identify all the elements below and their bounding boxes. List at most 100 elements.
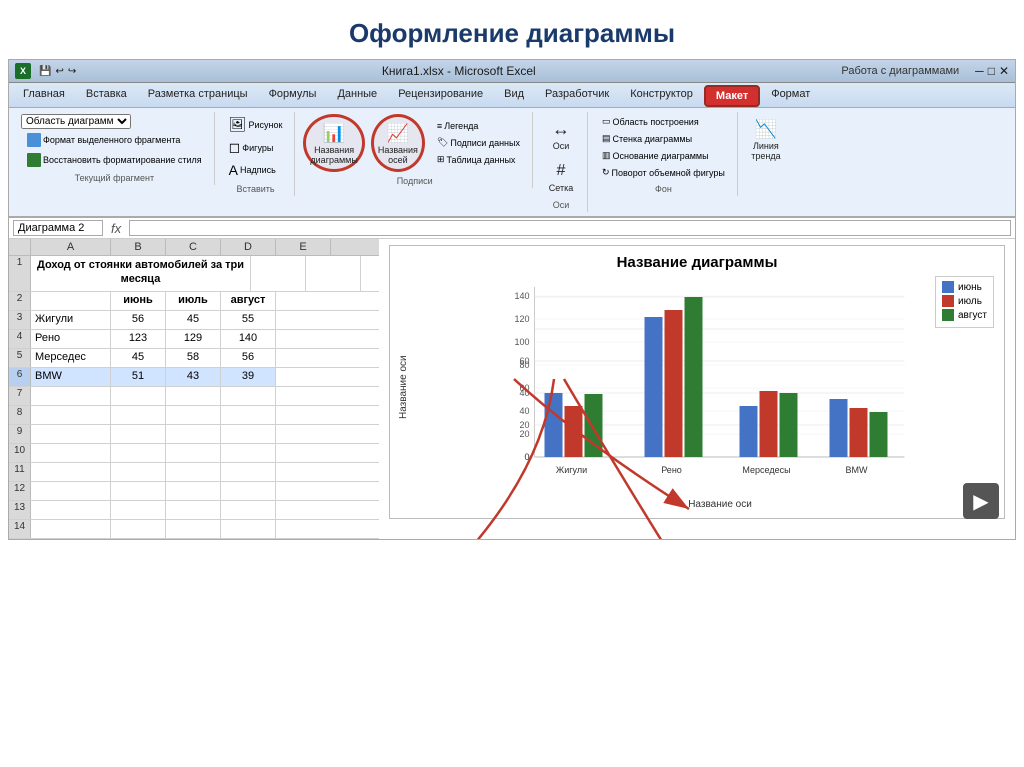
plot-area-button[interactable]: ▭ Область построения — [596, 114, 731, 129]
col-header-A[interactable]: A — [31, 239, 111, 255]
cell-4B[interactable]: 123 — [111, 330, 166, 348]
row-num-14: 14 — [9, 520, 31, 538]
cell-5C[interactable]: 58 — [166, 349, 221, 367]
col-header-E[interactable]: E — [276, 239, 331, 255]
excel-window: X 💾 ↩ ↪ Книга1.xlsx - Microsoft Excel Ра… — [8, 59, 1016, 540]
row-num-10: 10 — [9, 444, 31, 462]
col-header-C[interactable]: C — [166, 239, 221, 255]
quick-access-save[interactable]: 💾 — [39, 66, 51, 77]
tab-razrabotchik[interactable]: Разработчик — [535, 85, 619, 107]
cell-6A[interactable]: BMW — [31, 368, 111, 386]
tab-recenzirovanie[interactable]: Рецензирование — [388, 85, 493, 107]
name-box[interactable] — [13, 220, 103, 236]
tab-formuly[interactable]: Формулы — [259, 85, 327, 107]
plot-area-label: Область построения — [613, 117, 699, 127]
table-row: 10 — [9, 444, 379, 463]
cell-1C[interactable] — [306, 256, 361, 291]
cell-3B[interactable]: 56 — [111, 311, 166, 329]
legend-color-july — [942, 295, 954, 307]
col-header-B[interactable]: B — [111, 239, 166, 255]
quick-access-undo[interactable]: ↩ — [55, 66, 63, 77]
spreadsheet: A B C D E 1 Доход от стоянки автомобилей… — [9, 239, 379, 539]
x-axis-label: Название оси — [444, 499, 996, 510]
tab-razmetka[interactable]: Разметка страницы — [138, 85, 258, 107]
rotation-button[interactable]: ↻ Поворот объемной фигуры — [596, 165, 731, 180]
tab-konstruktor[interactable]: Конструктор — [620, 85, 703, 107]
trendline-button[interactable]: 📉 Линиятренда — [746, 114, 786, 164]
tab-vstavka[interactable]: Вставка — [76, 85, 137, 107]
cell-5A[interactable]: Мерседес — [31, 349, 111, 367]
cell-5D[interactable]: 56 — [221, 349, 276, 367]
table-row: 2 июнь июль август — [9, 292, 379, 311]
cell-2A[interactable] — [31, 292, 111, 310]
cell-3C[interactable]: 45 — [166, 311, 221, 329]
y-axis-label: Название оси — [398, 277, 409, 497]
format-fragment-button[interactable]: Формат выделенного фрагмента — [21, 131, 208, 149]
tab-vid[interactable]: Вид — [494, 85, 534, 107]
tab-maket[interactable]: Макет — [704, 85, 760, 107]
quick-access-redo[interactable]: ↪ — [68, 66, 76, 77]
cell-3D[interactable]: 55 — [221, 311, 276, 329]
grid-label: Сетка — [549, 183, 573, 193]
merged-title-cell[interactable]: Доход от стоянки автомобилей за три меся… — [31, 256, 251, 291]
axes-icon: ↔ — [549, 117, 573, 141]
rotation-label: Поворот объемной фигуры — [612, 168, 725, 178]
col-header-D[interactable]: D — [221, 239, 276, 255]
chart-title-button[interactable]: 📊 Названиядиаграммы — [303, 114, 364, 172]
wall-button[interactable]: ▤ Стенка диаграммы — [596, 131, 731, 146]
row-num-1: 1 — [9, 256, 31, 291]
cell-6D[interactable]: 39 — [221, 368, 276, 386]
picture-button[interactable]: 🖼 Рисунок — [223, 114, 289, 135]
shapes-button[interactable]: ◻ Фигуры — [223, 137, 289, 158]
legend-button[interactable]: ≡ Легенда — [431, 119, 526, 133]
svg-text:Мерседесы: Мерседесы — [742, 465, 790, 475]
textbox-button[interactable]: A Надпись — [223, 160, 289, 180]
ribbon-group-insert: 🖼 Рисунок ◻ Фигуры A Надпись Вставить — [217, 112, 296, 196]
tab-format[interactable]: Формат — [761, 85, 820, 107]
chart-title: Название диаграммы — [398, 254, 996, 271]
formula-input[interactable] — [129, 220, 1011, 236]
svg-text:120: 120 — [514, 314, 529, 324]
restore-style-button[interactable]: Восстановить форматирование стиля — [21, 151, 208, 169]
chart-container[interactable]: Название диаграммы Название оси — [389, 245, 1005, 519]
maximize-button[interactable]: □ — [988, 64, 995, 78]
data-table-button[interactable]: ⊞ Таблица данных — [431, 152, 526, 167]
cell-5B[interactable]: 45 — [111, 349, 166, 367]
area-selector[interactable]: Область диаграммы — [21, 114, 131, 129]
cell-3A[interactable]: Жигули — [31, 311, 111, 329]
cell-6B[interactable]: 51 — [111, 368, 166, 386]
svg-text:0: 0 — [524, 452, 529, 462]
row-num-11: 11 — [9, 463, 31, 481]
close-button[interactable]: ✕ — [999, 64, 1009, 78]
trendline-label: Линиятренда — [751, 141, 780, 161]
main-area: A B C D E 1 Доход от стоянки автомобилей… — [9, 239, 1015, 539]
cell-1B[interactable] — [251, 256, 306, 291]
fx-label: fx — [107, 221, 125, 236]
cell-2D[interactable]: август — [221, 292, 276, 310]
picture-icon: 🖼 — [229, 116, 247, 133]
col-header-rownum — [9, 239, 31, 255]
axis-title-button[interactable]: 📈 Названияосей — [371, 114, 425, 172]
cell-2B[interactable]: июнь — [111, 292, 166, 310]
legend-label-july: июль — [958, 296, 982, 307]
row-num-13: 13 — [9, 501, 31, 519]
cell-4D[interactable]: 140 — [221, 330, 276, 348]
data-labels-button[interactable]: 🏷 Подписи данных — [431, 135, 526, 150]
cell-2C[interactable]: июль — [166, 292, 221, 310]
next-slide-button[interactable]: ▶ — [963, 483, 999, 519]
base-button[interactable]: ▥ Основание диаграммы — [596, 148, 731, 163]
legend-label: Легенда — [444, 121, 478, 131]
table-row: 7 — [9, 387, 379, 406]
axes-button[interactable]: ↔ Оси — [541, 114, 581, 154]
tab-dannye[interactable]: Данные — [327, 85, 387, 107]
row-num-4: 4 — [9, 330, 31, 348]
cell-6C[interactable]: 43 — [166, 368, 221, 386]
cell-4A[interactable]: Рено — [31, 330, 111, 348]
grid-button[interactable]: # Сетка — [541, 156, 581, 196]
plot-area-icon: ▭ — [602, 116, 611, 127]
format-icon — [27, 133, 41, 147]
svg-text:BMW: BMW — [846, 465, 869, 475]
cell-4C[interactable]: 129 — [166, 330, 221, 348]
tab-glavnaya[interactable]: Главная — [13, 85, 75, 107]
minimize-button[interactable]: ─ — [975, 64, 984, 78]
